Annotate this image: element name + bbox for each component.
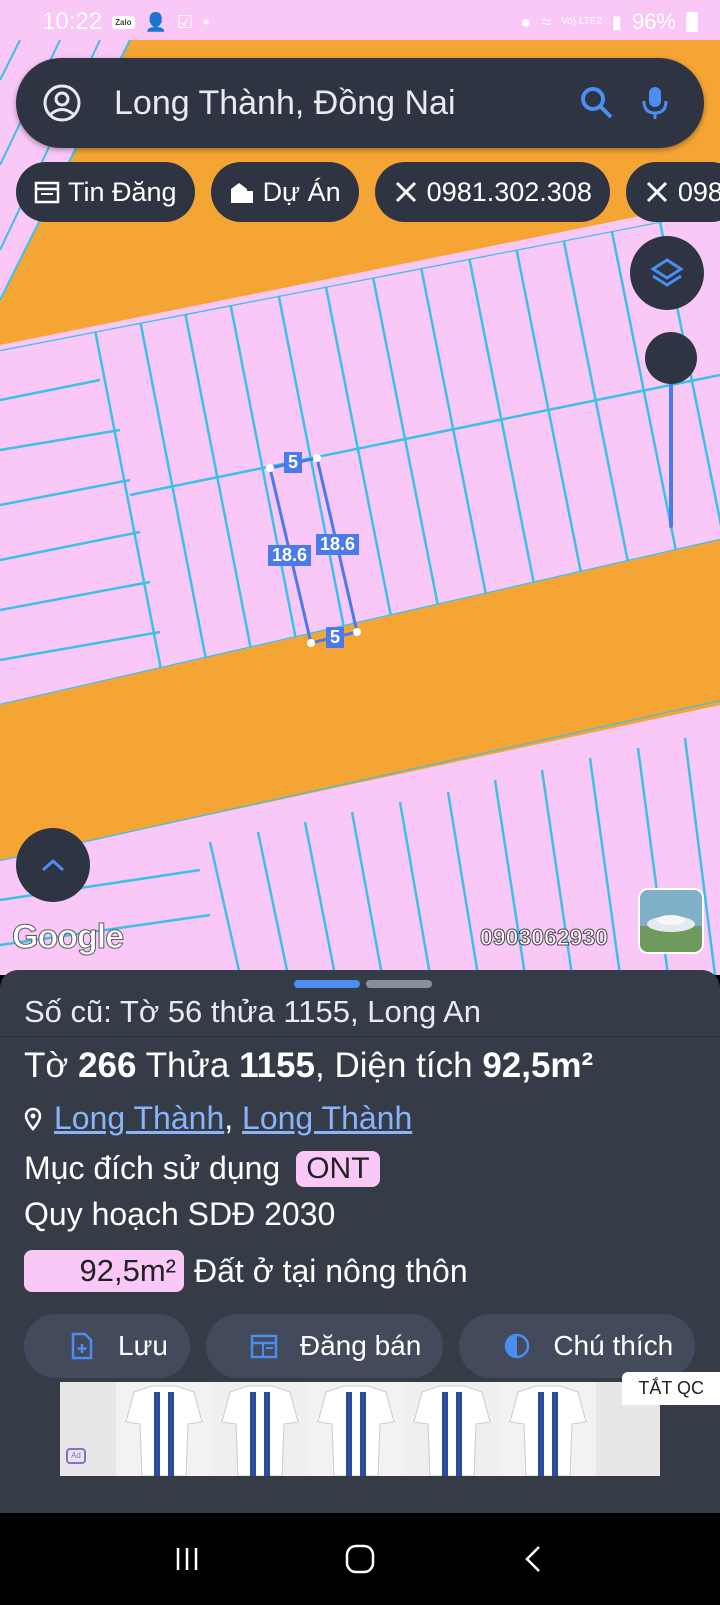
signal-icon: ▮ (612, 11, 622, 32)
parcel-number: 1155 (239, 1046, 315, 1085)
home-button[interactable] (330, 1529, 390, 1589)
chip-phone-2[interactable]: 098 (625, 162, 720, 222)
battery-percent: 96% (631, 9, 676, 34)
location-link-ward[interactable]: Long Thành (242, 1100, 412, 1136)
microphone-icon[interactable] (636, 84, 674, 122)
layers-icon (650, 258, 684, 287)
plan-area-badge: 92,5m² (24, 1250, 184, 1292)
search-bar[interactable]: Long Thành, Đồng Nai (16, 58, 704, 148)
shirt-ad-image (60, 1382, 660, 1476)
dimension-bottom-label: 5 (326, 627, 345, 648)
dot-icon: • (203, 11, 210, 32)
tools-icon (395, 181, 416, 203)
sheet-number: 266 (78, 1046, 137, 1085)
add-contact-icon: 👤 (144, 11, 167, 32)
status-time: 10:22 (42, 8, 103, 35)
layers-button[interactable] (630, 236, 704, 310)
location-link-district[interactable]: Long Thành (54, 1100, 224, 1136)
old-parcel-number: Số cũ: Tờ 56 thửa 1155, Long An (24, 994, 482, 1029)
zalo-icon: Zalo (112, 15, 135, 29)
plan-title: Quy hoạch SDĐ 2030 (24, 1196, 336, 1232)
chip-label: Dự Án (262, 176, 341, 207)
action-row: Lưu Đăng bán Chú thích (24, 1314, 696, 1378)
parcel-info-sheet[interactable]: Số cũ: Tờ 56 thửa 1155, Long An Tờ 266 T… (0, 970, 720, 1513)
wifi-icon: ≈ (541, 11, 552, 32)
project-thumbnail[interactable] (638, 888, 704, 954)
location-pin-icon (24, 1107, 42, 1131)
recent-apps-button[interactable] (157, 1529, 217, 1589)
list-for-sale-button[interactable]: Đăng bán (205, 1314, 444, 1378)
opacity-slider-handle[interactable] (645, 332, 697, 384)
dimension-right-label: 18.6 (316, 534, 360, 555)
chip-row: Tin Đăng Dự Án 0981.302.308 098 (16, 162, 720, 222)
chip-label: 0981.302.308 (426, 176, 592, 207)
save-button[interactable]: Lưu (24, 1314, 190, 1378)
location-pin-icon: ● (520, 11, 532, 32)
search-input[interactable]: Long Thành, Đồng Nai (114, 84, 558, 123)
sheet-drag-handle[interactable] (294, 980, 432, 988)
location-line: Long Thành, Long Thành (24, 1100, 412, 1137)
save-file-icon (71, 1332, 93, 1360)
parcel-area: 92,5m² (482, 1046, 594, 1085)
account-icon[interactable] (42, 83, 82, 123)
plan-area-row: 92,5m² Đất ở tại nông thôn (24, 1250, 468, 1292)
buildings-icon (230, 183, 253, 203)
chip-phone-1[interactable]: 0981.302.308 (374, 162, 610, 222)
dimension-top-label: 5 (284, 452, 303, 473)
back-button[interactable] (503, 1529, 563, 1589)
checkbox-icon: ☑ (176, 11, 194, 32)
close-ad-button[interactable]: TẮT QC (622, 1372, 720, 1405)
recent-apps-icon (176, 1548, 197, 1570)
chip-du-an[interactable]: Dự Án (210, 162, 359, 222)
battery-icon (686, 12, 698, 32)
chip-tin-dang[interactable]: Tin Đăng (16, 162, 195, 222)
status-bar: 10:22 Zalo 👤 ☑ • ● ≈ Vo) LTE2 ▮ 96% (0, 0, 720, 44)
ad-mark-icon: Ad (66, 1448, 86, 1464)
divider (0, 1036, 720, 1037)
listing-icon (250, 1334, 278, 1359)
search-icon[interactable] (578, 84, 616, 122)
legend-button[interactable]: Chú thích (459, 1314, 696, 1378)
parcel-summary: Tờ 266 Thửa 1155, Diện tích 92,5m² (24, 1046, 594, 1085)
purpose-label: Mục đích sử dụng (24, 1150, 281, 1186)
purpose-line: Mục đích sử dụng ONT (24, 1150, 380, 1187)
dimension-left-label: 18.6 (268, 545, 312, 566)
plan-description: Đất ở tại nông thôn (194, 1252, 468, 1289)
google-logo: Google (11, 918, 124, 957)
home-icon (345, 1544, 375, 1574)
phone-watermark: 0903062930 (480, 924, 609, 951)
network-label: Vo) LTE2 (561, 16, 603, 27)
ad-banner[interactable]: Ad (60, 1382, 660, 1476)
expand-up-button[interactable] (16, 828, 90, 902)
airport-image-icon (640, 890, 702, 952)
calendar-icon (34, 181, 60, 204)
chevron-up-icon (41, 858, 65, 872)
chip-label: 098 (677, 176, 720, 207)
tools-icon (646, 181, 667, 203)
system-nav-bar (0, 1513, 720, 1605)
legend-icon (505, 1333, 530, 1359)
shirt-images (116, 1382, 596, 1476)
chip-label: Tin Đăng (68, 176, 177, 207)
purpose-badge: ONT (296, 1150, 380, 1187)
back-icon (525, 1546, 541, 1572)
